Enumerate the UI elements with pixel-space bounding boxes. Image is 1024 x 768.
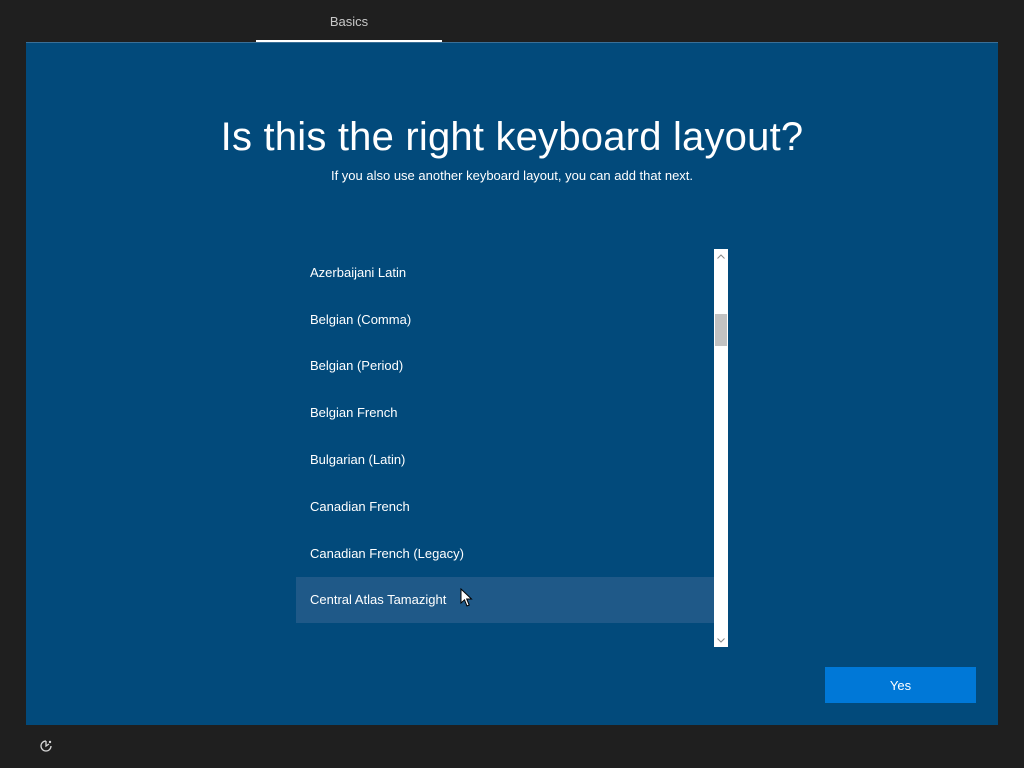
list-item-label: Central Atlas Tamazight (310, 592, 447, 608)
tab-basics-label: Basics (329, 14, 369, 29)
yes-button[interactable]: Yes (825, 667, 976, 703)
list-item-azerbaijani-latin[interactable]: Azerbaijani Latin (296, 249, 714, 296)
list-item-label: Belgian French (310, 405, 398, 421)
page-subtitle: If you also use another keyboard layout,… (330, 168, 694, 183)
list-item-label: Azerbaijani Latin (310, 264, 407, 280)
chevron-up-icon[interactable] (714, 249, 728, 263)
oobe-panel: Is this the right keyboard layout? If yo… (26, 42, 998, 725)
list-item-bulgarian-latin[interactable]: Bulgarian (Latin) (296, 436, 714, 483)
list-scrollbar[interactable] (714, 249, 728, 647)
list-item-label: Canadian French (Legacy) (310, 545, 464, 561)
list-item-label: Bulgarian (Latin) (310, 452, 406, 468)
list-item-belgian-comma[interactable]: Belgian (Comma) (296, 296, 714, 343)
list-item-central-atlas-tamazight[interactable]: Central Atlas Tamazight (296, 576, 714, 624)
page-title: Is this the right keyboard layout? (220, 115, 804, 159)
list-item-label: Canadian French (310, 498, 410, 514)
list-item-label: Belgian (Comma) (310, 311, 412, 327)
keyboard-layout-list[interactable]: Azerbaijani Latin Belgian (Comma) Belgia… (296, 249, 714, 647)
list-item-belgian-period[interactable]: Belgian (Period) (296, 343, 714, 390)
chevron-down-icon[interactable] (714, 633, 728, 647)
list-item-canadian-french-legacy[interactable]: Canadian French (Legacy) (296, 530, 714, 577)
list-item-canadian-french[interactable]: Canadian French (296, 483, 714, 530)
mouse-pointer-icon (460, 588, 473, 607)
list-item-belgian-french[interactable]: Belgian French (296, 389, 714, 436)
ease-of-access-icon[interactable] (38, 738, 54, 754)
scrollbar-thumb[interactable] (715, 314, 727, 346)
list-item-label: Belgian (Period) (310, 358, 404, 374)
tab-basics: Basics (256, 0, 442, 42)
